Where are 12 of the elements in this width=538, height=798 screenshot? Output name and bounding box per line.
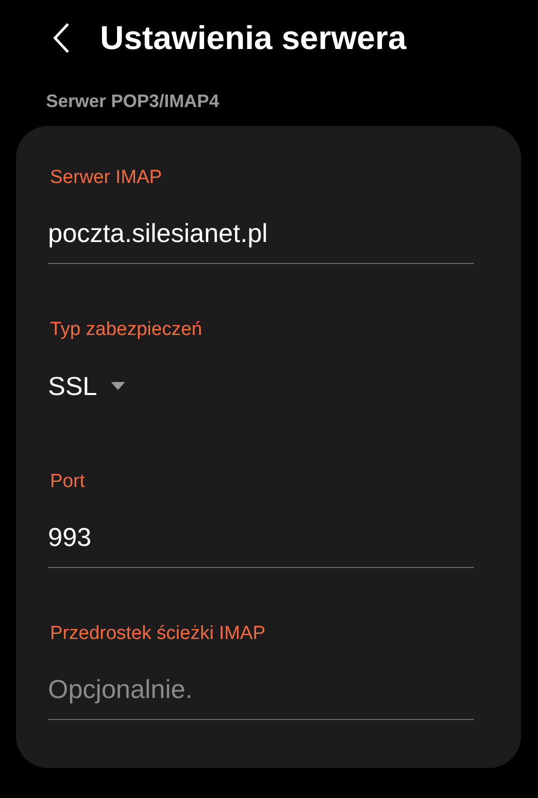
input-field[interactable]: 993 <box>48 508 474 568</box>
input-field[interactable]: Opcjonalnie. <box>48 660 474 720</box>
input-field[interactable]: poczta.silesianet.pl <box>48 204 474 264</box>
page-title: Ustawienia serwera <box>100 19 406 57</box>
field-label: Port <box>50 470 86 494</box>
back-icon <box>52 22 70 54</box>
section-label: Serwer POP3/IMAP4 <box>46 90 220 112</box>
field-label: Serwer IMAP <box>50 166 163 190</box>
field-label: Przedrostek ścieżki IMAP <box>50 622 266 646</box>
field-label: Typ zabezpieczeń <box>50 318 204 342</box>
security-dropdown[interactable]: SSL <box>48 356 130 416</box>
caret-icon <box>111 382 126 390</box>
